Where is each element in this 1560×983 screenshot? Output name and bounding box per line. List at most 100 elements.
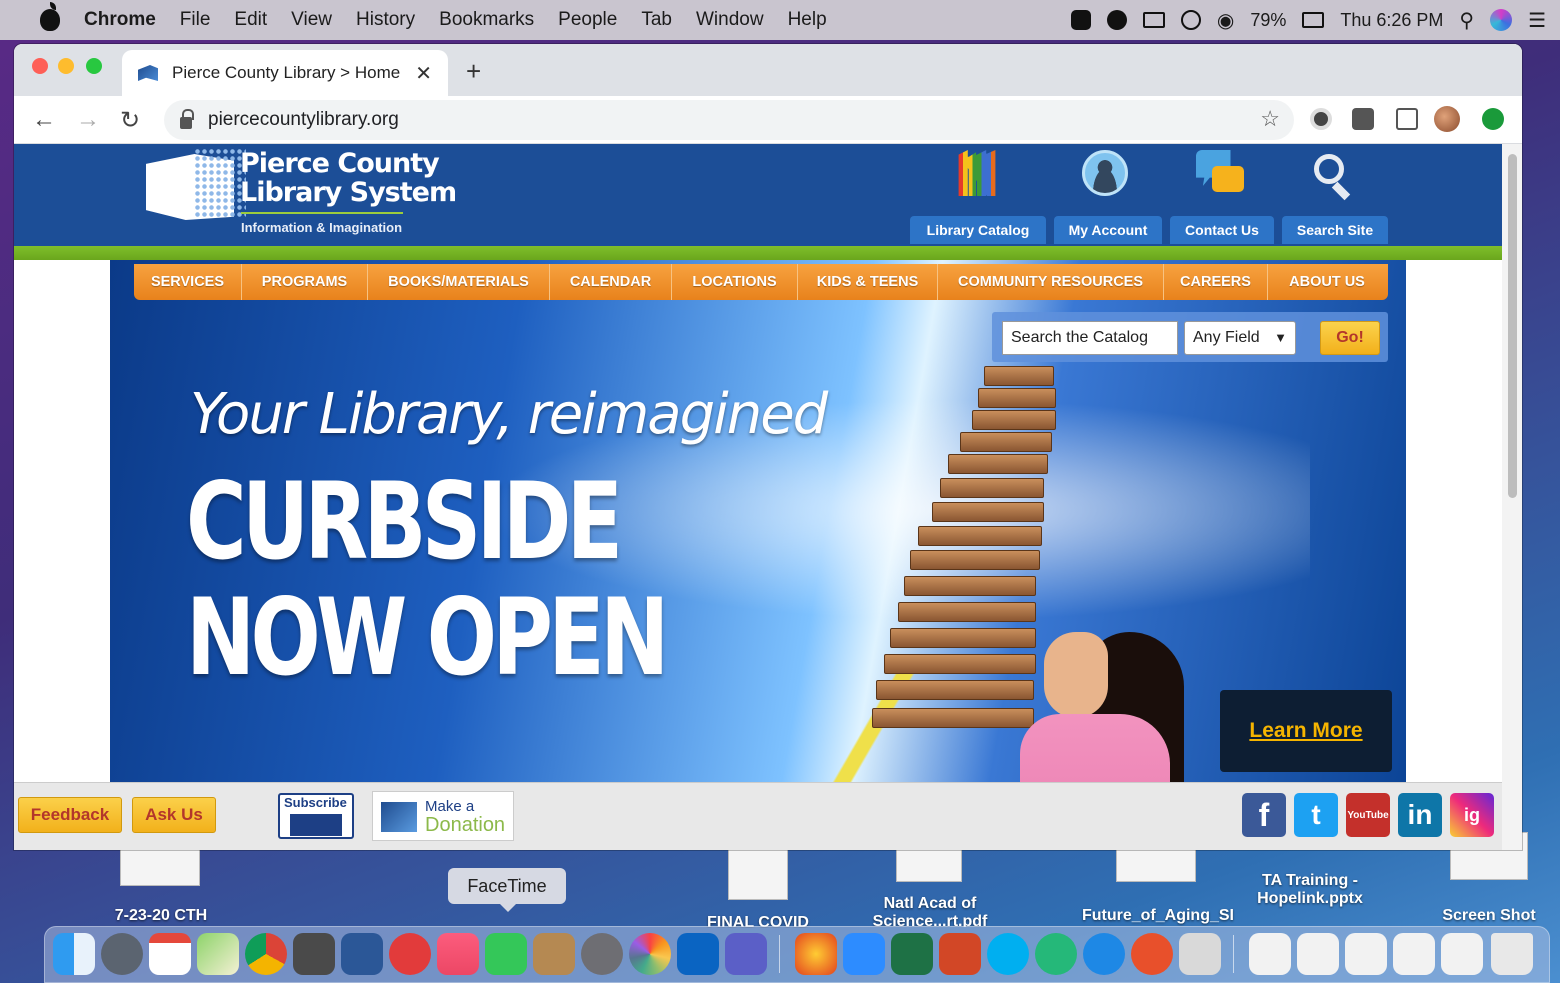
maps-icon[interactable] bbox=[197, 933, 239, 975]
cast-icon[interactable] bbox=[1396, 108, 1418, 130]
menu-app-name[interactable]: Chrome bbox=[84, 9, 156, 31]
account-icon[interactable] bbox=[1082, 150, 1128, 196]
update-icon[interactable] bbox=[1482, 108, 1504, 130]
recent-document-icon[interactable] bbox=[1345, 933, 1387, 975]
blocked-app-icon[interactable] bbox=[389, 933, 431, 975]
learn-more-button[interactable]: Learn More bbox=[1220, 690, 1392, 772]
new-tab-button[interactable]: + bbox=[466, 56, 481, 87]
notes-app-icon[interactable] bbox=[533, 933, 575, 975]
extensions-puzzle-icon[interactable] bbox=[1352, 108, 1374, 130]
app-status-icon[interactable] bbox=[1106, 10, 1127, 30]
browser-app-icon[interactable] bbox=[1035, 933, 1077, 975]
zoom-icon[interactable] bbox=[843, 933, 885, 975]
zoom-window-button[interactable] bbox=[86, 58, 102, 74]
skype-icon[interactable] bbox=[987, 933, 1029, 975]
logo-title-line2[interactable]: Library System bbox=[240, 177, 457, 208]
subscribe-button[interactable]: Subscribe bbox=[278, 793, 354, 839]
nav-services[interactable]: SERVICES bbox=[134, 264, 242, 300]
feedback-button[interactable]: Feedback bbox=[18, 797, 122, 833]
bookmark-star-icon[interactable]: ☆ bbox=[1260, 106, 1280, 132]
battery-icon[interactable] bbox=[1302, 12, 1325, 28]
nav-calendar[interactable]: CALENDAR bbox=[550, 264, 672, 300]
desktop-file-label[interactable]: Screen Shot bbox=[1424, 907, 1554, 925]
photos-icon[interactable] bbox=[629, 933, 671, 975]
wifi-icon[interactable]: ◉ bbox=[1217, 8, 1234, 33]
desktop-file-label[interactable]: TA Training - Hopelink.pptx bbox=[1240, 872, 1380, 908]
chrome-icon[interactable] bbox=[245, 933, 287, 975]
safari-icon[interactable] bbox=[1083, 933, 1125, 975]
learn-more-label[interactable]: Learn More bbox=[1249, 719, 1362, 743]
logo-title-line1[interactable]: Pierce County bbox=[240, 148, 440, 179]
my-account-link[interactable]: My Account bbox=[1054, 216, 1162, 244]
menubar-clock[interactable]: Thu 6:26 PM bbox=[1340, 10, 1443, 31]
desktop-file-label[interactable]: Natl Acad of Science...rt.pdf bbox=[842, 895, 1018, 927]
books-icon[interactable] bbox=[958, 150, 996, 196]
menu-file[interactable]: File bbox=[180, 9, 211, 31]
desktop-file-thumbnail[interactable] bbox=[1116, 846, 1196, 882]
desktop-file-label[interactable]: Future_of_Aging_SI bbox=[1068, 907, 1248, 925]
remote-desktop-icon[interactable] bbox=[1131, 933, 1173, 975]
trash-icon[interactable] bbox=[1491, 933, 1533, 975]
menu-window[interactable]: Window bbox=[696, 9, 764, 31]
nav-community-resources[interactable]: COMMUNITY RESOURCES bbox=[938, 264, 1164, 300]
teams-icon[interactable] bbox=[725, 933, 767, 975]
twitter-icon[interactable]: t bbox=[1294, 793, 1338, 837]
battery-percent[interactable]: 79% bbox=[1250, 10, 1286, 31]
desktop-file-thumbnail[interactable] bbox=[728, 846, 788, 900]
nav-books-materials[interactable]: BOOKS/MATERIALS bbox=[368, 264, 550, 300]
reload-icon[interactable]: ↻ bbox=[120, 106, 140, 135]
menu-people[interactable]: People bbox=[558, 9, 617, 31]
contact-us-link[interactable]: Contact Us bbox=[1170, 216, 1274, 244]
extension-icon[interactable] bbox=[1310, 108, 1332, 130]
recent-document-icon[interactable] bbox=[1249, 933, 1291, 975]
search-field-select[interactable]: Any Field ▼ bbox=[1184, 321, 1296, 355]
time-machine-icon[interactable] bbox=[1180, 10, 1201, 30]
page-scrollbar[interactable] bbox=[1502, 144, 1522, 850]
menu-tab[interactable]: Tab bbox=[641, 9, 672, 31]
nav-programs[interactable]: PROGRAMS bbox=[242, 264, 368, 300]
apple-menu-icon[interactable] bbox=[40, 2, 60, 31]
menu-help[interactable]: Help bbox=[788, 9, 827, 31]
back-arrow-icon[interactable]: ← bbox=[32, 106, 56, 134]
messages-icon[interactable] bbox=[485, 933, 527, 975]
recent-document-icon[interactable] bbox=[1441, 933, 1483, 975]
search-site-link[interactable]: Search Site bbox=[1282, 216, 1388, 244]
music-icon[interactable] bbox=[437, 933, 479, 975]
desktop-file-label[interactable]: 7-23-20 CTH bbox=[96, 907, 226, 925]
instagram-icon[interactable]: ig bbox=[1450, 793, 1494, 837]
hotspot-shield-icon[interactable] bbox=[795, 933, 837, 975]
nav-locations[interactable]: LOCATIONS bbox=[672, 264, 798, 300]
excel-icon[interactable] bbox=[891, 933, 933, 975]
menu-edit[interactable]: Edit bbox=[234, 9, 267, 31]
outlook-icon[interactable] bbox=[677, 933, 719, 975]
powerpoint-icon[interactable] bbox=[939, 933, 981, 975]
facebook-icon[interactable]: f bbox=[1242, 793, 1286, 837]
catalog-search-input[interactable]: Search the Catalog bbox=[1002, 321, 1178, 355]
nav-careers[interactable]: CAREERS bbox=[1164, 264, 1268, 300]
linkedin-icon[interactable]: in bbox=[1398, 793, 1442, 837]
calendar-icon[interactable] bbox=[149, 933, 191, 975]
close-window-button[interactable] bbox=[32, 58, 48, 74]
minimize-window-button[interactable] bbox=[58, 58, 74, 74]
menu-bookmarks[interactable]: Bookmarks bbox=[439, 9, 534, 31]
siri-icon[interactable] bbox=[1490, 9, 1513, 31]
menu-view[interactable]: View bbox=[291, 9, 332, 31]
make-donation-button[interactable]: Make a Donation bbox=[372, 791, 514, 841]
library-catalog-link[interactable]: Library Catalog bbox=[910, 216, 1046, 244]
word-icon[interactable] bbox=[341, 933, 383, 975]
forward-arrow-icon[interactable]: → bbox=[76, 106, 100, 134]
zoom-status-icon[interactable] bbox=[1070, 10, 1091, 30]
nav-kids-teens[interactable]: KIDS & TEENS bbox=[798, 264, 938, 300]
browser-tab-active[interactable]: Pierce County Library > Home ✕ bbox=[122, 50, 448, 96]
launchpad-icon[interactable] bbox=[101, 933, 143, 975]
address-bar[interactable]: piercecountylibrary.org ☆ bbox=[164, 100, 1294, 140]
profile-avatar[interactable] bbox=[1434, 106, 1460, 132]
youtube-icon[interactable]: YouTube bbox=[1346, 793, 1390, 837]
recent-document-icon[interactable] bbox=[1297, 933, 1339, 975]
preview-icon[interactable] bbox=[1179, 933, 1221, 975]
calculator-icon[interactable] bbox=[293, 933, 335, 975]
system-preferences-icon[interactable] bbox=[581, 933, 623, 975]
recent-document-icon[interactable] bbox=[1393, 933, 1435, 975]
search-icon[interactable] bbox=[1314, 154, 1344, 184]
finder-icon[interactable] bbox=[53, 933, 95, 975]
